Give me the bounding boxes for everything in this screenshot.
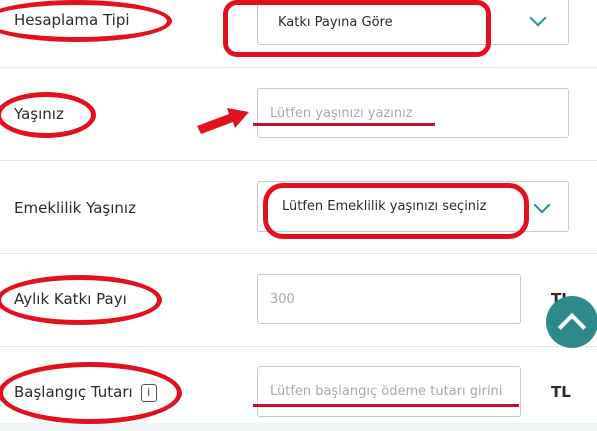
age-placeholder: Lütfen yaşınızı yazınız [270, 105, 413, 121]
scroll-top-button[interactable] [546, 296, 597, 348]
arrow-icon [197, 108, 249, 134]
calc-type-label: Hesaplama Tipi [14, 11, 130, 29]
chevron-up-icon [557, 312, 587, 342]
row-divider [0, 346, 597, 347]
calc-type-value: Katkı Payına Göre [278, 14, 393, 30]
monthly-contribution-label: Aylık Katkı Payı [14, 290, 127, 308]
retirement-age-placeholder: Lütfen Emeklilik yaşınızı seçiniz [282, 199, 487, 214]
row-divider [0, 160, 597, 161]
initial-amount-input[interactable]: Lütfen başlangıç ödeme tutarı girini [257, 366, 521, 417]
row-divider [0, 253, 597, 254]
initial-amount-placeholder: Lütfen başlangıç ödeme tutarı girini [270, 384, 503, 399]
calc-type-select[interactable]: Katkı Payına Göre [257, 0, 569, 45]
retirement-age-label: Emeklilik Yaşınız [14, 199, 136, 217]
initial-amount-text: Başlangıç Tutarı [14, 383, 133, 401]
bottom-strip [0, 423, 597, 431]
monthly-contribution-input[interactable]: 300 [257, 274, 521, 324]
retirement-age-select[interactable]: Lütfen Emeklilik yaşınızı seçiniz [257, 181, 569, 232]
row-divider [0, 67, 597, 68]
info-icon[interactable]: i [140, 383, 157, 402]
initial-unit-label: TL [551, 383, 571, 401]
age-input[interactable]: Lütfen yaşınızı yazınız [257, 88, 569, 138]
monthly-contribution-placeholder: 300 [270, 291, 295, 307]
initial-amount-label: Başlangıç Tutarı i [14, 383, 157, 402]
age-label: Yaşınız [14, 105, 64, 123]
